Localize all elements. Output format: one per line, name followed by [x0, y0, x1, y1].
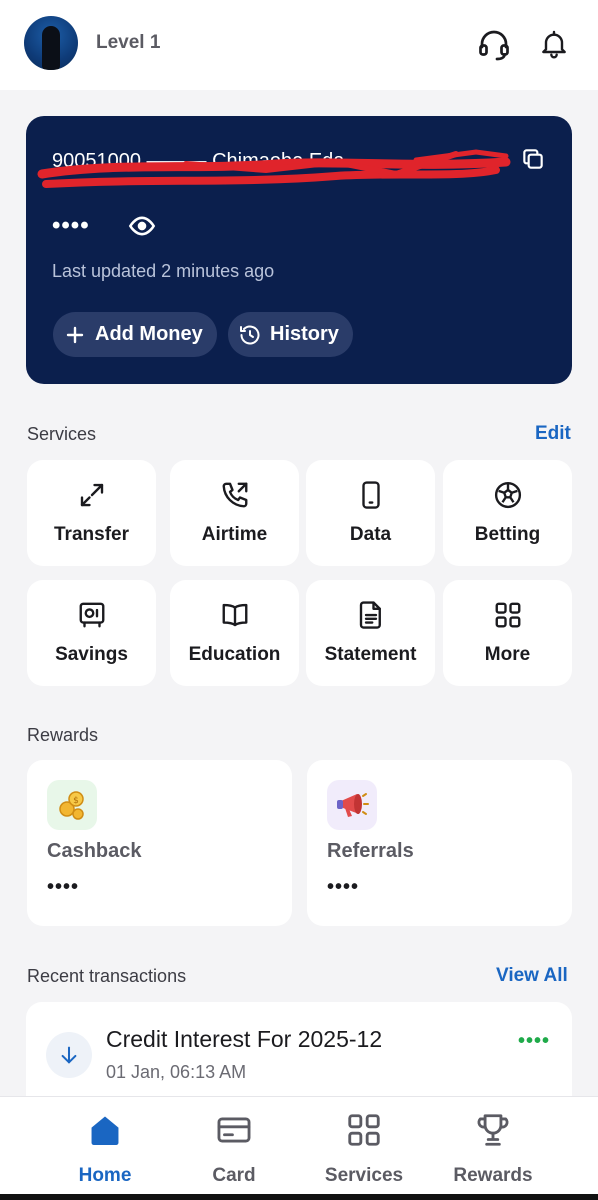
last-updated-text: Last updated 2 minutes ago: [52, 261, 275, 281]
document-icon: [306, 600, 435, 630]
mobile-device-icon: [306, 480, 435, 510]
services-edit-link[interactable]: Edit: [535, 423, 571, 445]
bottom-tab-bar: Home Card Services Rewards: [0, 1096, 598, 1200]
tab-card[interactable]: Card: [169, 1097, 299, 1200]
arrow-down-icon: [46, 1032, 92, 1078]
grid-icon: [443, 600, 572, 630]
reward-label: Referrals: [327, 840, 414, 862]
service-education[interactable]: Education: [170, 580, 299, 686]
add-money-label: Add Money: [95, 323, 203, 345]
service-label: Data: [349, 524, 392, 545]
service-label: More: [484, 644, 531, 665]
service-transfer[interactable]: Transfer: [27, 460, 156, 566]
coins-icon: $: [47, 780, 97, 830]
tab-services[interactable]: Services: [299, 1097, 429, 1200]
history-button[interactable]: History: [228, 312, 353, 357]
card-icon: [169, 1111, 299, 1149]
plus-icon: [63, 323, 87, 347]
book-icon: [170, 600, 299, 630]
service-more[interactable]: More: [443, 580, 572, 686]
transaction-title: Credit Interest For 2025-12: [106, 1026, 383, 1052]
reward-value: ••••: [47, 876, 80, 898]
megaphone-icon: [327, 780, 377, 830]
tab-label: Rewards: [453, 1165, 533, 1186]
service-label: Transfer: [54, 524, 129, 545]
eye-icon[interactable]: [128, 212, 156, 245]
service-label: Savings: [55, 644, 128, 665]
service-label: Statement: [324, 644, 417, 665]
copy-icon[interactable]: [520, 146, 546, 177]
service-airtime[interactable]: Airtime: [170, 460, 299, 566]
soccer-ball-icon: [443, 480, 572, 510]
svg-text:$: $: [73, 796, 79, 806]
service-betting[interactable]: Betting: [443, 460, 572, 566]
recent-transactions-title: Recent transactions: [27, 966, 187, 986]
trophy-icon: [428, 1111, 558, 1149]
support-headset-icon[interactable]: [474, 24, 514, 64]
transaction-date: 01 Jan, 06:13 AM: [106, 1062, 247, 1082]
services-title: Services: [27, 424, 97, 444]
rewards-title: Rewards: [27, 725, 99, 745]
balance-hidden: ••••: [52, 212, 90, 239]
transfer-arrows-icon: [27, 480, 156, 510]
view-all-link[interactable]: View All: [496, 965, 568, 987]
transaction-amount: ••••: [517, 1030, 550, 1052]
tab-rewards[interactable]: Rewards: [428, 1097, 558, 1200]
history-label: History: [270, 323, 339, 345]
balance-card: 90051000 ——— Chimaobe Eda... •••• Last u…: [26, 116, 572, 384]
tab-label: Card: [212, 1165, 256, 1186]
service-statement[interactable]: Statement: [306, 580, 435, 686]
avatar[interactable]: [24, 16, 78, 70]
history-clock-icon: [238, 323, 262, 347]
service-data[interactable]: Data: [306, 460, 435, 566]
tab-label: Home: [78, 1165, 132, 1186]
reward-label: Cashback: [47, 840, 142, 862]
reward-value: ••••: [327, 876, 360, 898]
phone-call-icon: [170, 480, 299, 510]
screen-bottom-edge: [0, 1194, 598, 1200]
service-label: Airtime: [201, 524, 268, 545]
notification-bell-icon[interactable]: [534, 24, 574, 64]
home-icon: [40, 1111, 170, 1149]
tab-label: Services: [324, 1165, 404, 1186]
top-header: Level 1: [0, 0, 598, 90]
reward-referrals[interactable]: Referrals ••••: [307, 760, 572, 926]
tab-home[interactable]: Home: [40, 1097, 170, 1200]
service-label: Betting: [474, 524, 541, 545]
service-savings[interactable]: Savings: [27, 580, 156, 686]
level-label: Level 1: [96, 32, 161, 53]
safe-icon: [27, 600, 156, 630]
service-label: Education: [188, 644, 281, 665]
reward-cashback[interactable]: $ Cashback ••••: [27, 760, 292, 926]
add-money-button[interactable]: Add Money: [53, 312, 217, 357]
services-grid-icon: [299, 1111, 429, 1149]
redaction-scribble: [37, 149, 511, 188]
